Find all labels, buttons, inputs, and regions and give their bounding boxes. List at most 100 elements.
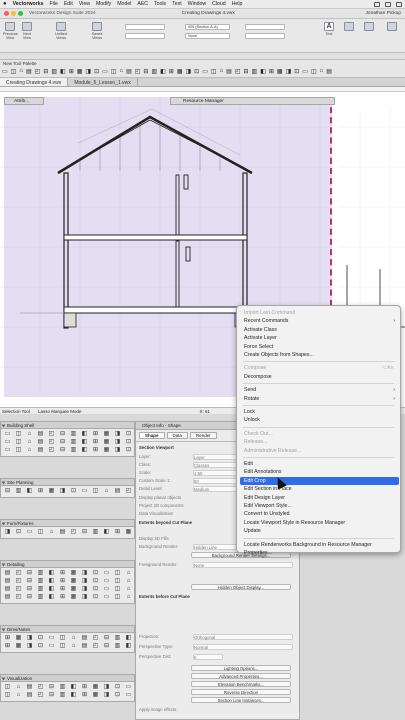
more-button[interactable] <box>385 22 399 32</box>
tool-icon[interactable]: ◧ <box>47 578 56 585</box>
tool-icon[interactable]: ◫ <box>113 570 122 577</box>
tool-icon[interactable]: ◨ <box>3 529 12 536</box>
tool-icon[interactable]: ⊡ <box>91 578 100 585</box>
menu-item-rotate[interactable]: Rotate › <box>237 395 400 403</box>
tool-icon[interactable]: ▥ <box>58 684 67 691</box>
tool-icon[interactable]: ▥ <box>113 643 122 650</box>
menu-item-properties[interactable]: Properties... <box>237 549 400 557</box>
tool-icon[interactable]: ▥ <box>36 570 45 577</box>
tool-icon[interactable]: ⊞ <box>91 431 100 438</box>
tool-icon[interactable]: ▦ <box>102 447 111 454</box>
menu-item-activate-layer[interactable]: Activate Layer <box>237 334 400 342</box>
tool-icon[interactable]: ▭ <box>124 684 133 691</box>
tool-icon[interactable]: ▤ <box>3 586 12 593</box>
menu-text[interactable]: Text <box>172 1 182 7</box>
tool-icon[interactable]: ◨ <box>80 586 89 593</box>
tool-icon[interactable]: ◧ <box>124 635 133 642</box>
menu-item-convert-to-unstyled[interactable]: Convert to Unstyled <box>237 510 400 518</box>
tool-icon[interactable]: ▦ <box>102 431 111 438</box>
menu-item-locate-viewport-style-in-resource-manager[interactable]: Locate Viewport Style in Resource Manage… <box>237 519 400 527</box>
tool-icon[interactable]: ◰ <box>14 570 23 577</box>
tool-icon[interactable]: ⊡ <box>113 684 122 691</box>
palette-tool-icon[interactable]: ◫ <box>11 68 17 75</box>
menu-item-force-select[interactable]: Force Select <box>237 343 400 351</box>
zoom-window-icon[interactable] <box>18 11 23 16</box>
tool-icon[interactable]: ⊟ <box>25 594 34 601</box>
palette-tool-icon[interactable]: ◰ <box>235 68 241 75</box>
tool-icon[interactable]: ⌂ <box>14 684 23 691</box>
tool-icon[interactable]: ⊞ <box>113 529 122 536</box>
user-name[interactable]: Jonathan Pickup <box>366 11 401 16</box>
tool-icon[interactable]: ⊡ <box>91 594 100 601</box>
menu-window[interactable]: Window <box>188 1 206 7</box>
zoom-select[interactable] <box>245 24 285 30</box>
tool-icon[interactable]: ◧ <box>69 692 78 699</box>
battery-icon[interactable] <box>385 1 391 7</box>
apple-icon[interactable]: ● <box>3 1 7 7</box>
elevation-benchmarks-button[interactable]: Elevation Benchmarks... <box>191 681 291 687</box>
palette-tool-icon[interactable]: ▦ <box>177 68 183 75</box>
snap-select[interactable] <box>245 33 285 39</box>
tool-icon[interactable]: ⌂ <box>124 594 133 601</box>
tool-icon[interactable]: ⊟ <box>102 635 111 642</box>
app-menu[interactable]: Vectorworks <box>13 1 44 7</box>
tool-icon[interactable]: ◧ <box>80 447 89 454</box>
palette-tool-icon[interactable]: ◨ <box>286 68 292 75</box>
tool-icon[interactable]: ⊡ <box>91 586 100 593</box>
tool-icon[interactable]: ◫ <box>58 635 67 642</box>
tool-icon[interactable]: ⊞ <box>80 684 89 691</box>
tool-icon[interactable]: ▦ <box>69 586 78 593</box>
tool-icon[interactable]: ▭ <box>102 586 111 593</box>
oip-tab-render[interactable]: Render <box>190 432 217 439</box>
tool-icon[interactable]: ▭ <box>3 431 12 438</box>
tool-icon[interactable]: ▤ <box>36 447 45 454</box>
menu-tools[interactable]: Tools <box>154 1 166 7</box>
tool-icon[interactable]: ▦ <box>91 692 100 699</box>
palette-tool-icon[interactable]: ▤ <box>26 68 32 75</box>
tool-icon[interactable]: ◨ <box>102 692 111 699</box>
tool-icon[interactable]: ◰ <box>47 439 56 446</box>
palette-tool-icon[interactable]: ⊟ <box>43 68 48 75</box>
palette-tool-icon[interactable]: ⊡ <box>194 68 199 75</box>
oip-perspective-dist-value[interactable]: 0 <box>193 654 223 660</box>
tool-icon[interactable]: ▭ <box>102 570 111 577</box>
palette-tool-icon[interactable]: ◰ <box>35 68 41 75</box>
tool-icon[interactable]: ⊡ <box>124 447 133 454</box>
wifi-icon[interactable] <box>374 1 380 7</box>
palette-tool-icon[interactable]: ⊞ <box>269 68 274 75</box>
tool-icon[interactable]: ⌂ <box>25 447 34 454</box>
tool-icon[interactable]: ▤ <box>3 578 12 585</box>
menu-item-unlock[interactable]: Unlock <box>237 416 400 424</box>
tool-icon[interactable]: ⌂ <box>69 635 78 642</box>
tool-icon[interactable]: ▥ <box>14 488 23 495</box>
tool-icon[interactable]: ⊞ <box>91 439 100 446</box>
menu-item-create-objects-from-shapes[interactable]: Create Objects from Shapes... <box>237 351 400 359</box>
minimize-window-icon[interactable] <box>11 11 16 16</box>
palette-tool-icon[interactable]: ▦ <box>277 68 283 75</box>
menu-model[interactable]: Model <box>117 1 131 7</box>
tool-icon[interactable]: ◫ <box>36 529 45 536</box>
palette-tool-icon[interactable]: ⊞ <box>69 68 74 75</box>
menu-aec[interactable]: AEC <box>137 1 148 7</box>
tool-icon[interactable]: ⊞ <box>80 692 89 699</box>
palette-tool-icon[interactable]: ⊟ <box>244 68 249 75</box>
palette-tool-icon[interactable]: ⌂ <box>119 68 123 75</box>
menu-item-recent-commands[interactable]: Recent Commands › <box>237 317 400 325</box>
tool-icon[interactable]: ⊞ <box>36 488 45 495</box>
tool-icon[interactable]: ⊡ <box>124 431 133 438</box>
tool-icon[interactable]: ▥ <box>36 586 45 593</box>
tool-icon[interactable]: ◨ <box>58 488 67 495</box>
tool-icon[interactable]: ◫ <box>58 643 67 650</box>
menu-item-edit-design-layer[interactable]: Edit Design Layer <box>237 494 400 502</box>
tool-icon[interactable]: ◰ <box>124 488 133 495</box>
class-select[interactable]: None <box>185 33 230 39</box>
tool-icon[interactable]: ⌂ <box>47 529 56 536</box>
palette-tool-icon[interactable]: ▥ <box>151 68 157 75</box>
oip-perspective-type-value[interactable]: Normal <box>193 644 293 650</box>
tool-icon[interactable]: ⊟ <box>102 643 111 650</box>
tool-icon[interactable]: ▤ <box>80 643 89 650</box>
palette-tool-icon[interactable]: ▤ <box>226 68 232 75</box>
tool-icon[interactable]: ⊟ <box>58 431 67 438</box>
tool-icon[interactable]: ▦ <box>14 635 23 642</box>
tool-icon[interactable]: ◫ <box>14 431 23 438</box>
